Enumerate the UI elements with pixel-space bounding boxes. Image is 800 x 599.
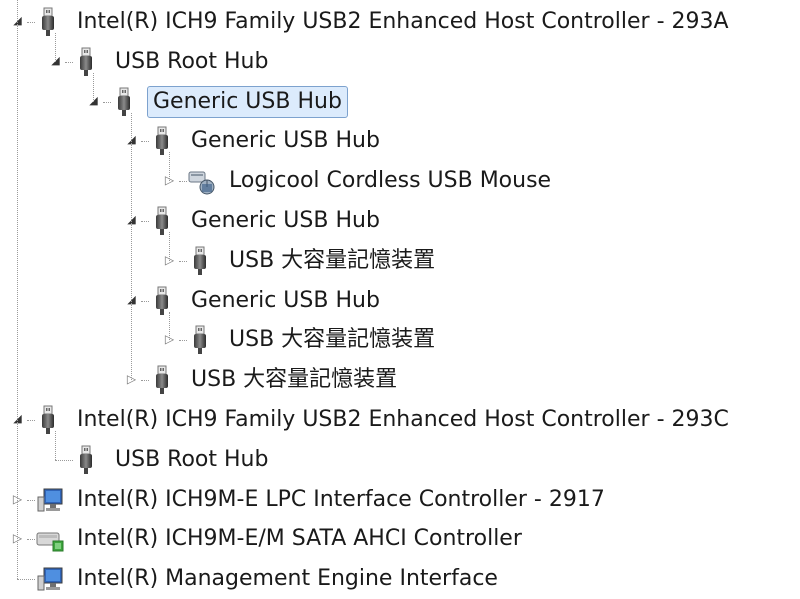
tree-item[interactable]: Intel(R) Management Engine Interface <box>0 560 800 598</box>
tree-connector-line <box>17 579 35 581</box>
usb-plug-icon <box>187 325 213 355</box>
tree-item-label[interactable]: Intel(R) ICH9M-E LPC Interface Controlle… <box>71 484 611 516</box>
tree-vertical-line <box>169 311 170 341</box>
tree-vertical-line <box>131 112 132 381</box>
tree-connector-line <box>103 101 111 103</box>
usb-plug-icon <box>35 405 61 435</box>
tree-item-label[interactable]: Generic USB Hub <box>147 85 348 118</box>
tree-item-label[interactable]: USB 大容量記憶装置 <box>185 364 403 396</box>
tree-item-label[interactable]: Generic USB Hub <box>185 285 386 317</box>
mouse-device-icon <box>187 166 215 196</box>
usb-plug-icon <box>73 47 99 77</box>
tree-item-label[interactable]: USB Root Hub <box>109 444 274 476</box>
tree-item-label[interactable]: Intel(R) Management Engine Interface <box>71 563 504 595</box>
tree-item-label[interactable]: USB 大容量記憶装置 <box>223 324 441 356</box>
tree-item-label[interactable]: Intel(R) ICH9 Family USB2 Enhanced Host … <box>71 6 735 38</box>
usb-plug-icon <box>149 365 175 395</box>
usb-plug-icon <box>187 246 213 276</box>
tree-item[interactable]: ◢ Generic USB Hub <box>0 83 800 121</box>
tree-item[interactable]: ◢ Generic USB Hub <box>0 202 800 240</box>
tree-item-label[interactable]: Intel(R) ICH9 Family USB2 Enhanced Host … <box>71 404 735 436</box>
usb-plug-icon <box>149 206 175 236</box>
tree-vertical-line <box>55 431 56 460</box>
tree-connector-line <box>27 539 35 541</box>
tree-connector-line <box>141 380 149 382</box>
tree-item[interactable]: ▷ USB 大容量記憶装置 <box>0 321 800 359</box>
tree-item[interactable]: ◢ Generic USB Hub <box>0 282 800 320</box>
tree-item[interactable]: ◢ Intel(R) ICH9 Family USB2 Enhanced Hos… <box>0 401 800 439</box>
tree-connector-line <box>141 141 149 143</box>
tree-connector-line <box>179 340 187 342</box>
tree-item-label[interactable]: Generic USB Hub <box>185 205 386 237</box>
tree-connector-line <box>27 420 35 421</box>
tree-item[interactable]: USB Root Hub <box>0 441 800 479</box>
tree-connector-line <box>179 181 187 183</box>
usb-plug-icon <box>111 87 137 117</box>
device-tree: ◢ Intel(R) ICH9 Family USB2 Enhanced Hos… <box>0 0 800 599</box>
tree-vertical-line <box>55 33 56 62</box>
tree-connector-line <box>141 221 149 222</box>
monitor-device-icon <box>35 485 63 515</box>
tree-item[interactable]: ▷ USB 大容量記憶装置 <box>0 242 800 280</box>
monitor-device-icon <box>35 564 63 594</box>
tree-connector-line <box>27 499 35 501</box>
tree-item-label[interactable]: Generic USB Hub <box>185 125 386 157</box>
tree-item[interactable]: ▷ Intel(R) ICH9M-E/M SATA AHCI Controlle… <box>0 520 800 558</box>
tree-item[interactable]: ▷ Logicool Cordless USB Mouse <box>0 162 800 200</box>
tree-item-label[interactable]: USB 大容量記憶装置 <box>223 245 441 277</box>
tree-item-label[interactable]: Logicool Cordless USB Mouse <box>223 165 557 197</box>
tree-connector-line <box>27 22 35 23</box>
tree-connector-line <box>55 459 73 461</box>
tree-item[interactable]: ◢ Generic USB Hub <box>0 122 800 160</box>
usb-plug-icon <box>149 286 175 316</box>
tree-item[interactable]: ▷ USB 大容量記憶装置 <box>0 361 800 399</box>
usb-plug-icon <box>35 7 61 37</box>
tree-connector-line <box>141 300 149 302</box>
tree-connector-line <box>65 61 73 63</box>
drive-controller-icon <box>35 524 64 554</box>
tree-vertical-line <box>169 152 170 182</box>
tree-vertical-line <box>93 72 94 102</box>
tree-item[interactable]: ▷ Intel(R) ICH9M-E LPC Interface Control… <box>0 481 800 519</box>
tree-item[interactable]: ◢ Intel(R) ICH9 Family USB2 Enhanced Hos… <box>0 3 800 41</box>
tree-item-label[interactable]: USB Root Hub <box>109 46 274 78</box>
tree-item-label[interactable]: Intel(R) ICH9M-E/M SATA AHCI Controller <box>71 523 528 555</box>
tree-connector-line <box>179 260 187 262</box>
usb-plug-icon <box>73 445 99 475</box>
tree-vertical-line <box>169 232 170 261</box>
tree-root-line <box>17 0 18 580</box>
tree-item[interactable]: ◢ USB Root Hub <box>0 43 800 81</box>
usb-plug-icon <box>149 126 175 156</box>
